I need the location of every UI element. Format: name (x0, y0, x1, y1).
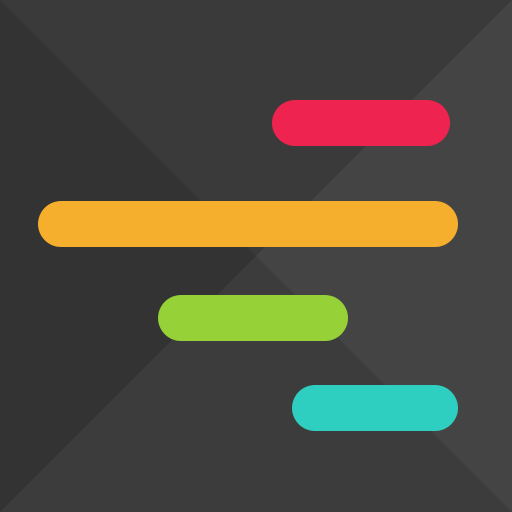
timeline-bar-red (272, 100, 450, 146)
timeline-bar-teal (292, 385, 458, 431)
timeline-bar-green (158, 295, 348, 341)
timeline-bar-orange (38, 201, 458, 247)
gantt-timeline-app-icon[interactable] (0, 0, 512, 512)
